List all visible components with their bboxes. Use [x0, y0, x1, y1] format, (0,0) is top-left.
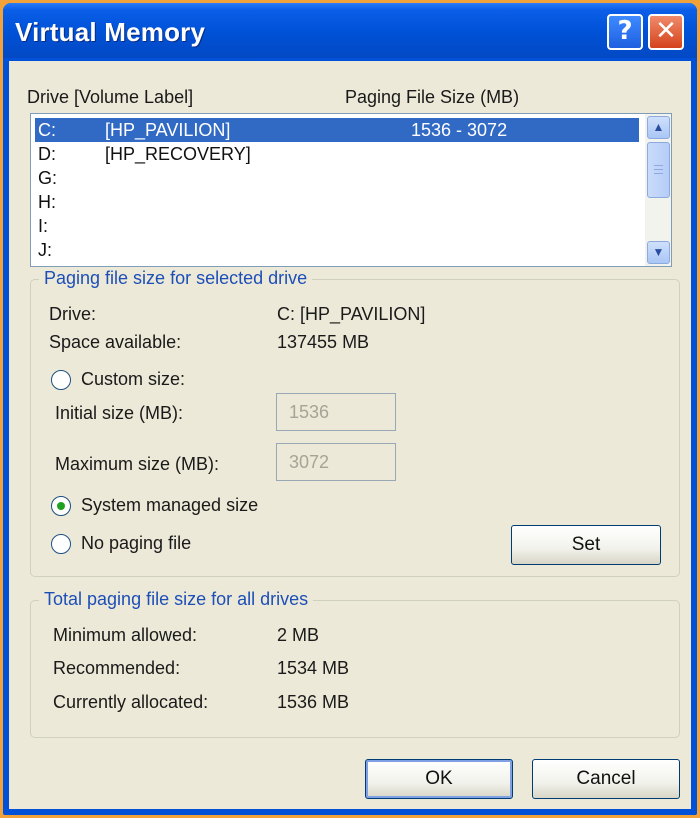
- maximum-size-label: Maximum size (MB):: [55, 454, 220, 474]
- minimum-allowed-label: Minimum allowed:: [53, 625, 198, 645]
- system-managed-label[interactable]: System managed size: [81, 495, 258, 516]
- drive-row-d[interactable]: D: [HP_RECOVERY]: [35, 142, 639, 166]
- drive-value: C: [HP_PAVILION]: [277, 304, 426, 324]
- space-available-value: 137455 MB: [277, 332, 370, 352]
- selected-drive-group-title: Paging file size for selected drive: [39, 268, 313, 289]
- cancel-button[interactable]: Cancel: [532, 759, 680, 799]
- scroll-down-button[interactable]: ▼: [647, 241, 670, 264]
- drive-list[interactable]: C: [HP_PAVILION] 1536 - 3072 D: [HP_RECO…: [30, 113, 672, 267]
- window-title: Virtual Memory: [15, 17, 206, 47]
- drive-label: Drive:: [49, 304, 97, 324]
- dialog-window: Virtual Memory ? ✕ Drive [Volume Label] …: [3, 3, 697, 815]
- question-icon: ?: [617, 16, 633, 46]
- initial-size-label: Initial size (MB):: [55, 403, 184, 423]
- totals-group-title: Total paging file size for all drives: [39, 589, 314, 610]
- currently-allocated-label: Currently allocated:: [53, 692, 209, 712]
- scroll-thumb[interactable]: [647, 142, 670, 198]
- custom-size-label[interactable]: Custom size:: [81, 369, 185, 390]
- scroll-up-button[interactable]: ▲: [647, 116, 670, 139]
- custom-size-radio[interactable]: [51, 370, 71, 390]
- initial-size-input[interactable]: 1536: [276, 393, 396, 431]
- ok-button[interactable]: OK: [365, 759, 513, 799]
- no-paging-file-label[interactable]: No paging file: [81, 533, 191, 554]
- set-button[interactable]: Set: [511, 525, 661, 565]
- drive-row-i[interactable]: I:: [35, 214, 639, 238]
- help-button[interactable]: ?: [607, 14, 643, 50]
- close-button[interactable]: ✕: [648, 14, 684, 50]
- drive-row-c[interactable]: C: [HP_PAVILION] 1536 - 3072: [35, 118, 639, 142]
- close-icon: ✕: [655, 16, 677, 46]
- system-managed-radio[interactable]: [51, 496, 71, 516]
- currently-allocated-value: 1536 MB: [277, 692, 350, 712]
- minimum-allowed-value: 2 MB: [277, 625, 320, 645]
- drive-list-scrollbar[interactable]: ▲ ▼: [645, 114, 671, 266]
- recommended-value: 1534 MB: [277, 658, 350, 678]
- radio-selected-dot: [57, 502, 65, 510]
- title-bar[interactable]: Virtual Memory ? ✕: [3, 3, 697, 58]
- drive-row-h[interactable]: H:: [35, 190, 639, 214]
- maximum-size-input[interactable]: 3072: [276, 443, 396, 481]
- column-header-drive: Drive [Volume Label]: [27, 87, 194, 107]
- column-header-size: Paging File Size (MB): [345, 87, 520, 107]
- no-paging-file-radio[interactable]: [51, 534, 71, 554]
- drive-row-g[interactable]: G:: [35, 166, 639, 190]
- drive-row-j[interactable]: J:: [35, 238, 639, 262]
- recommended-label: Recommended:: [53, 658, 181, 678]
- space-available-label: Space available:: [49, 332, 182, 352]
- dialog-body: Drive [Volume Label] Paging File Size (M…: [9, 61, 691, 809]
